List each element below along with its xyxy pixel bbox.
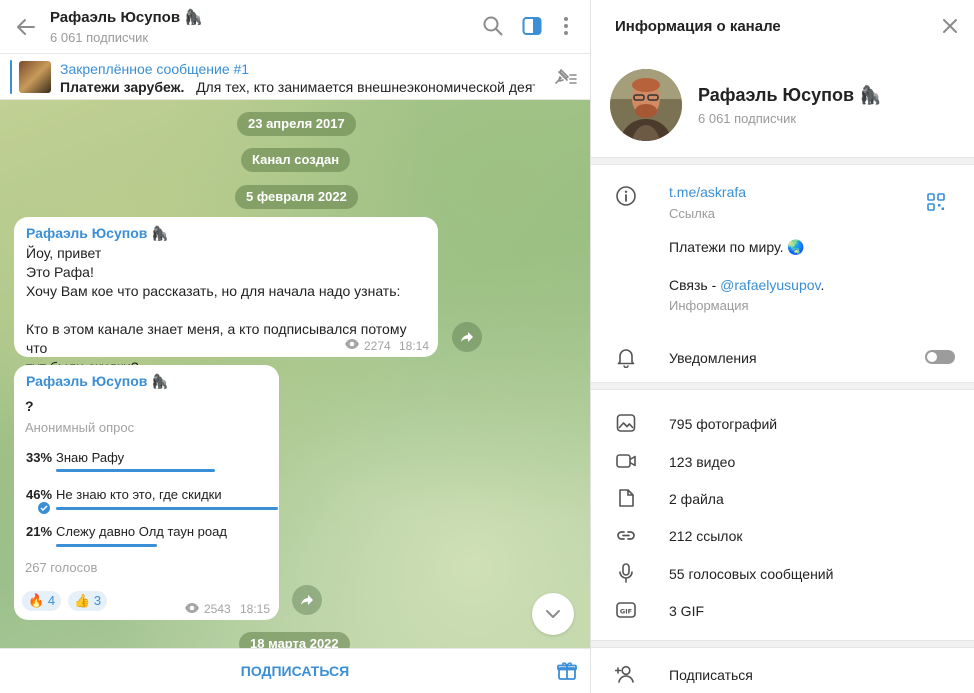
section-separator: [591, 157, 974, 165]
file-icon: [619, 489, 634, 507]
media-item-label: 3 GIF: [669, 603, 705, 619]
poll-type: Анонимный опрос: [25, 420, 135, 435]
reaction-fire[interactable]: 🔥 4: [22, 591, 62, 611]
notifications-label: Уведомления: [669, 350, 757, 366]
media-item-label: 123 видео: [669, 454, 736, 470]
back-arrow-icon[interactable]: [14, 15, 38, 39]
avatar[interactable]: [610, 69, 682, 141]
media-item-label: 55 голосовых сообщений: [669, 566, 834, 582]
section-separator: [591, 382, 974, 390]
pinned-list-icon[interactable]: [552, 66, 578, 88]
pinned-thumbnail: [19, 61, 51, 93]
poll-votes: 267 голосов: [25, 560, 98, 575]
subscribe-action-label: Подписаться: [669, 667, 753, 683]
subscribe-button[interactable]: ПОДПИСАТЬСЯ: [0, 649, 590, 693]
poll-option-text: Не знаю кто это, где скидки: [56, 487, 222, 502]
close-icon[interactable]: [941, 17, 959, 35]
avatar-image: [610, 69, 682, 141]
poll-option-bar: [56, 469, 215, 472]
bottom-bar: ПОДПИСАТЬСЯ: [0, 648, 590, 693]
pinned-indicator: [10, 60, 12, 94]
pinned-message-bar[interactable]: Закреплённое сообщение #1 Платежи зарубе…: [0, 54, 590, 100]
poll-option-percent: 33%: [26, 450, 53, 465]
microphone-icon: [619, 563, 633, 583]
sidebar-toggle-icon[interactable]: [521, 15, 543, 37]
video-icon: [616, 454, 636, 468]
info-icon: [616, 186, 636, 206]
message-text: Йоу, привет Это Рафа! Хочу Вам кое что р…: [26, 245, 407, 375]
views-icon: [345, 339, 359, 349]
section-separator: [591, 640, 974, 648]
bell-icon: [617, 349, 635, 368]
message-views: 2543: [204, 602, 231, 616]
photo-icon: [616, 414, 636, 432]
voted-check-icon: [38, 502, 50, 514]
link-icon: [617, 531, 635, 540]
message-time: 18:15: [240, 602, 271, 616]
message-time: 18:14: [399, 339, 430, 353]
message-author[interactable]: Рафаэль Юсупов 🦍: [26, 373, 169, 390]
channel-description: Платежи по миру. 🌏: [669, 239, 805, 255]
channel-name: Рафаэль Юсупов 🦍: [698, 85, 882, 105]
poll-option-percent: 21%: [26, 524, 53, 539]
poll-option-text: Знаю Рафу: [56, 450, 125, 465]
pinned-title: Закреплённое сообщение #1: [60, 61, 250, 77]
message-views: 2274: [364, 339, 391, 353]
channel-contact: Связь - @rafaelyusupov.: [669, 277, 825, 293]
message-author[interactable]: Рафаэль Юсупов 🦍: [26, 225, 169, 242]
messages-area: 23 апреля 2017 Канал создан 5 февраля 20…: [0, 100, 590, 648]
gift-icon[interactable]: [556, 660, 578, 682]
message-bubble[interactable]: Рафаэль Юсупов 🦍 Йоу, привет Это Рафа! Х…: [14, 217, 438, 375]
qr-code-icon[interactable]: [927, 193, 945, 211]
channel-link[interactable]: t.me/askrafa: [669, 184, 746, 200]
views-icon: [185, 603, 199, 613]
channel-title[interactable]: Рафаэль Юсупов 🦍: [50, 8, 203, 26]
poll-question: ?: [25, 398, 34, 414]
notifications-toggle[interactable]: [925, 350, 955, 364]
share-arrow-icon: [461, 332, 473, 342]
channel-subscribers: 6 061 подписчик: [698, 111, 797, 126]
date-chip: 18 марта 2022: [239, 632, 350, 648]
chat-header: Рафаэль Юсупов 🦍 6 061 подписчик: [0, 0, 590, 54]
chat-pane: Рафаэль Юсупов 🦍 6 061 подписчик Закрепл…: [0, 0, 590, 693]
date-chip: 23 апреля 2017: [237, 112, 356, 136]
chevron-down-icon: [546, 610, 560, 618]
media-item-label: 2 файла: [669, 491, 724, 507]
poll-option-bar: [56, 507, 278, 510]
channel-link-label: Ссылка: [669, 206, 716, 221]
info-panel-title: Информация о канале: [615, 18, 781, 35]
pinned-text: Платежи зарубеж. Для тех, кто занимается…: [60, 79, 535, 95]
channel-description-label: Информация: [669, 298, 749, 313]
svg-text:GIF: GIF: [620, 608, 632, 616]
forward-button[interactable]: [292, 585, 322, 615]
poll-option-percent: 46%: [26, 487, 53, 502]
date-chip: 5 февраля 2022: [235, 185, 358, 209]
contact-handle-link[interactable]: @rafaelyusupov: [720, 277, 820, 293]
search-icon[interactable]: [482, 15, 504, 37]
poll-bubble[interactable]: Рафаэль Юсупов 🦍 ? Анонимный опрос 33% З…: [14, 365, 279, 620]
add-user-icon: [615, 665, 634, 683]
channel-subscribers: 6 061 подписчик: [50, 30, 149, 45]
media-item-label: 212 ссылок: [669, 528, 743, 544]
gif-icon: GIF: [616, 602, 636, 618]
channel-info-panel: Информация о канале Рафаэль Юсупов 🦍 6 0…: [590, 0, 974, 693]
more-vertical-icon[interactable]: [555, 15, 577, 37]
forward-button[interactable]: [452, 322, 482, 352]
service-message: Канал создан: [241, 148, 351, 172]
media-item-label: 795 фотографий: [669, 416, 778, 432]
poll-option-bar: [56, 544, 157, 547]
reaction-thumbs-up[interactable]: 👍 3: [68, 591, 108, 611]
share-arrow-icon: [301, 595, 313, 605]
poll-option-text: Слежу давно Олд таун роад: [56, 524, 227, 539]
scroll-down-button[interactable]: [532, 593, 574, 635]
